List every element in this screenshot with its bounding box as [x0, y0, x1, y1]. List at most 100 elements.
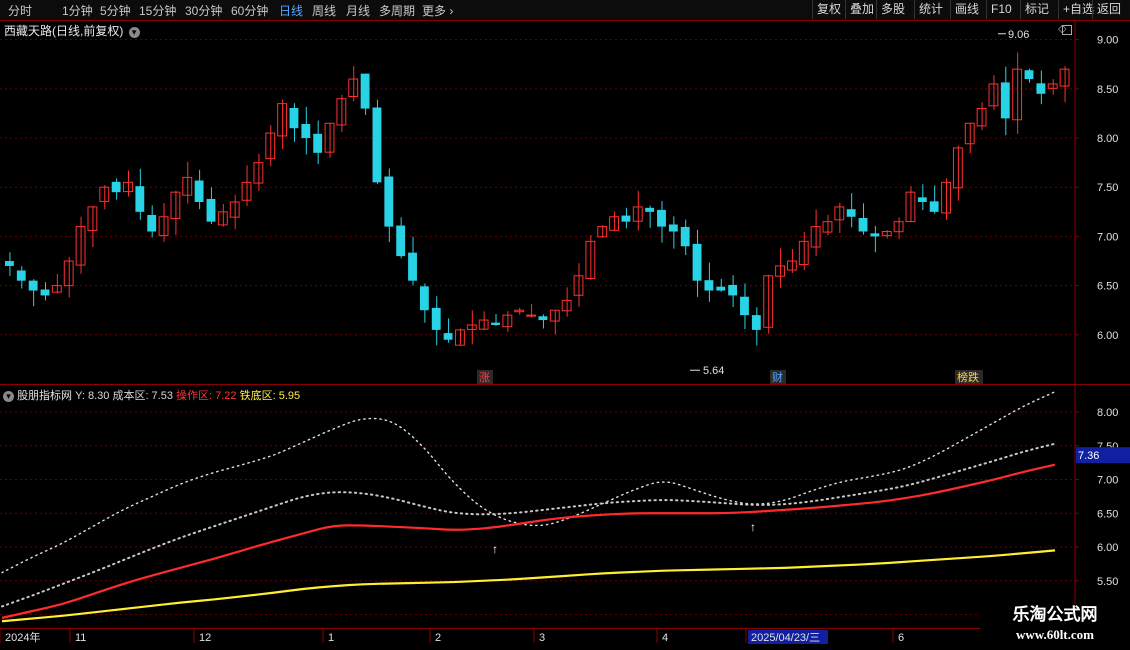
toolbar-button[interactable]: 返回: [1092, 0, 1125, 19]
period-tab[interactable]: 分时: [8, 2, 32, 19]
candle-body: [786, 260, 797, 271]
period-tab[interactable]: 1分钟: [62, 2, 93, 19]
candlestick-chart[interactable]: 9.00 8.50 8.00 7.50 7.00 6.50 6.00 9.06 5.64 涨 财 榜跌: [0, 20, 1130, 385]
candle: [1059, 66, 1070, 103]
period-tab[interactable]: 日线: [279, 2, 303, 19]
candle: [1012, 52, 1023, 134]
time-label: 6: [898, 632, 904, 644]
candle: [929, 185, 939, 214]
candle: [514, 307, 525, 315]
candle: [170, 190, 181, 235]
candle: [147, 205, 157, 238]
candle-body: [526, 314, 537, 317]
candle-body: [443, 333, 453, 340]
candle-body: [5, 261, 14, 266]
candle: [135, 168, 145, 220]
candle-body: [988, 83, 999, 107]
candle: [289, 103, 299, 142]
candle-body: [99, 186, 110, 202]
period-tab[interactable]: 5分钟: [100, 2, 131, 19]
candle-body: [360, 73, 370, 109]
candle-body: [740, 296, 749, 316]
price-tick-label: 7.00: [1097, 231, 1118, 243]
candle-body: [645, 207, 655, 212]
indicator-series-line: [1, 442, 1056, 608]
candle: [728, 275, 738, 308]
candle: [324, 122, 335, 158]
candle-body: [194, 180, 204, 202]
candle: [360, 73, 370, 115]
candle: [99, 185, 110, 210]
indicator-series-line: [1, 549, 1056, 623]
toolbar-button[interactable]: 标记: [1020, 0, 1053, 19]
indicator-tick-label: 6.00: [1097, 542, 1118, 554]
candle-body: [775, 265, 785, 277]
indicator-tick-label: 6.50: [1097, 508, 1118, 520]
candle-body: [16, 270, 26, 281]
candle-body: [680, 226, 690, 247]
watermark-title: 乐淘公式网: [1012, 605, 1098, 625]
indicator-chart[interactable]: 8.007.507.006.506.005.505.007.36↑↑: [0, 385, 1130, 628]
candle-body: [111, 181, 121, 193]
candle-body: [289, 107, 299, 129]
toolbar-button[interactable]: 画线: [950, 0, 983, 19]
candle: [905, 186, 916, 223]
price-tick-label: 7.50: [1097, 182, 1118, 194]
candle: [51, 273, 62, 294]
candle: [538, 314, 548, 329]
candle: [526, 304, 537, 318]
toolbar-button[interactable]: 多股: [876, 0, 909, 19]
candle: [870, 225, 880, 253]
candle: [182, 161, 193, 204]
candle: [763, 274, 774, 334]
toolbar-button[interactable]: 复权: [812, 0, 845, 19]
candle: [798, 232, 809, 271]
candle: [1024, 68, 1034, 83]
candle-body: [491, 322, 500, 325]
period-tab[interactable]: 多周期: [379, 2, 415, 19]
price-tick-label: 6.00: [1097, 330, 1118, 342]
period-tab[interactable]: 月线: [346, 2, 370, 19]
candle: [396, 217, 406, 259]
candle: [573, 263, 584, 307]
candle: [846, 193, 856, 228]
candle: [158, 203, 169, 242]
candle: [740, 283, 749, 329]
candle: [5, 252, 14, 276]
indicator-tick-label: 8.00: [1097, 407, 1118, 419]
candle: [194, 169, 204, 210]
candle: [645, 205, 655, 228]
candle: [632, 190, 643, 231]
candle: [704, 262, 714, 302]
candle: [75, 216, 86, 274]
candle-body: [372, 107, 382, 183]
candle: [123, 170, 133, 197]
period-tab[interactable]: 60分钟: [231, 2, 268, 19]
event-tag[interactable]: 榜跌: [957, 370, 979, 384]
event-tag[interactable]: 财: [772, 370, 783, 384]
candle-body: [396, 225, 406, 257]
candle-body: [870, 233, 880, 237]
price-tick-label: 8.50: [1097, 84, 1118, 96]
period-tab[interactable]: 30分钟: [185, 2, 222, 19]
candle-body: [751, 315, 761, 330]
candle-body: [502, 314, 513, 328]
period-tab[interactable]: 15分钟: [139, 2, 176, 19]
candle-body: [905, 191, 916, 223]
candle-body: [846, 209, 856, 217]
toolbar-button[interactable]: F10: [986, 0, 1016, 19]
time-label: 4: [662, 632, 668, 644]
toolbar-button[interactable]: 叠加: [845, 0, 878, 19]
candle: [384, 168, 394, 243]
period-tab[interactable]: 周线: [312, 2, 336, 19]
candle-body: [822, 221, 833, 233]
event-tag[interactable]: 涨: [479, 371, 490, 384]
candle-body: [301, 123, 311, 139]
candle: [893, 217, 904, 239]
candle-body: [147, 214, 157, 232]
period-tab[interactable]: 更多 ›: [422, 2, 453, 19]
toolbar-button[interactable]: 统计: [914, 0, 947, 19]
candle: [810, 209, 821, 257]
indicator-tick-label: 7.00: [1097, 475, 1118, 487]
high-marker-label: 9.06: [1008, 29, 1029, 41]
